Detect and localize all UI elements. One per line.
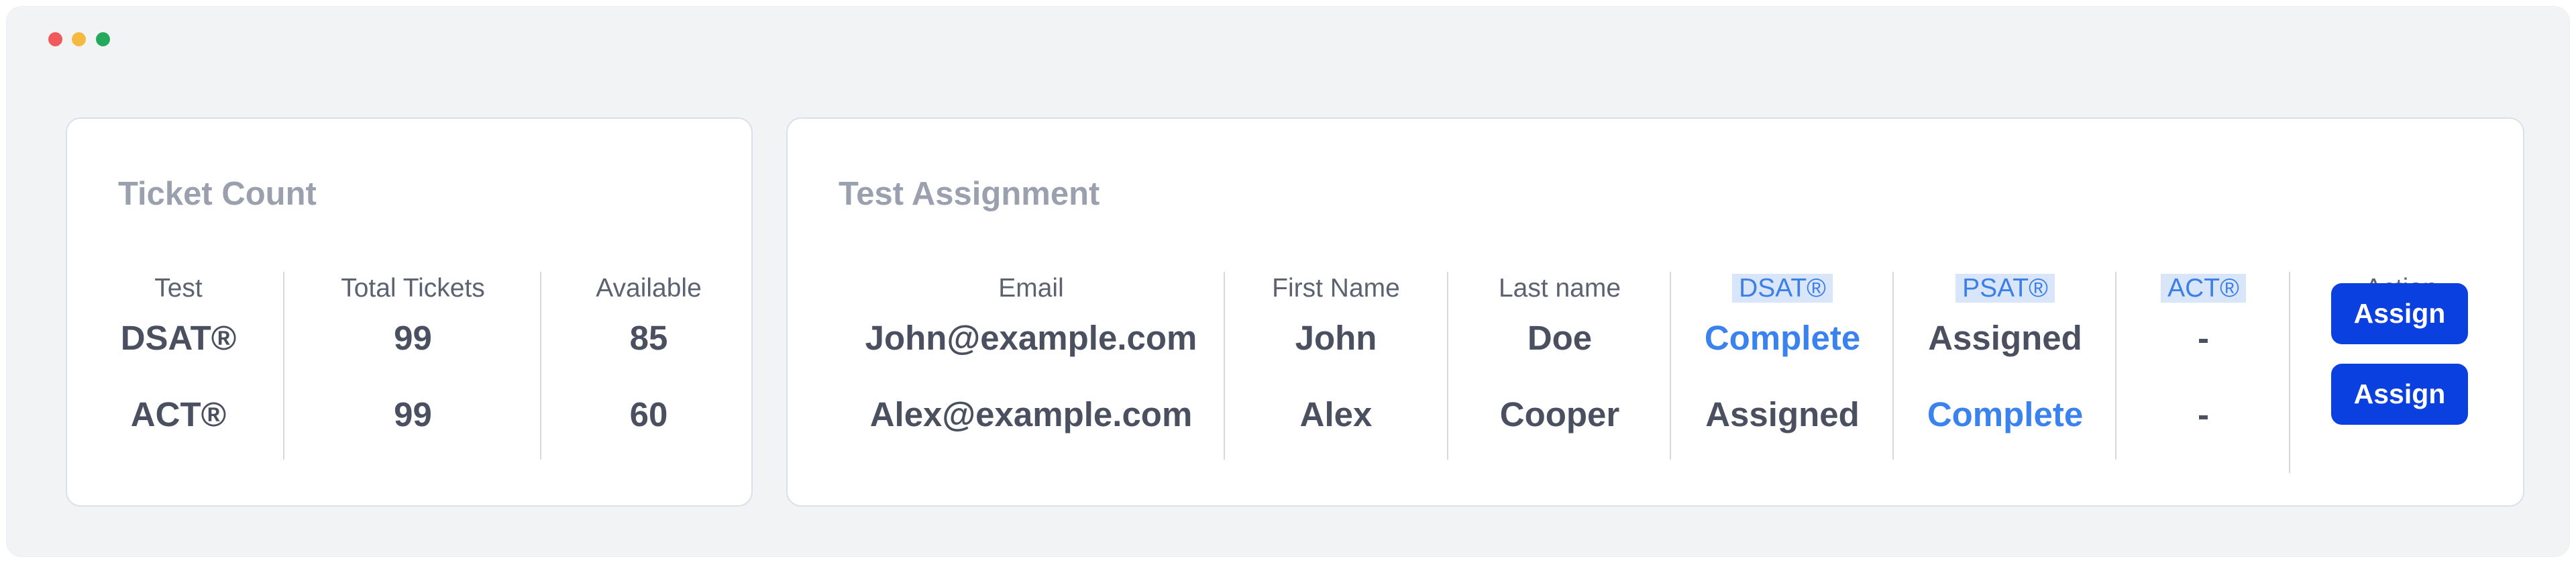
assign-col-dsat: DSAT® Complete Assigned: [1670, 272, 1894, 460]
column-header: DSAT®: [1671, 272, 1894, 305]
column-header: Total Tickets: [341, 274, 485, 303]
email-cell: John@example.com: [865, 319, 1197, 357]
ticket-count-title: Ticket Count: [118, 176, 317, 212]
ticket-available-cell: 60: [629, 395, 668, 433]
column-header: First Name: [1272, 274, 1400, 303]
ticket-col-available: Available 85 60: [540, 272, 756, 460]
last-name-cell: Cooper: [1499, 395, 1620, 433]
column-header: Email: [998, 274, 1064, 303]
column-header: ACT®: [2116, 272, 2290, 305]
first-name-cell: John: [1295, 319, 1377, 357]
psat-header-label: PSAT®: [1955, 274, 2055, 303]
test-assignment-title: Test Assignment: [839, 176, 1100, 212]
act-status-cell: -: [2198, 319, 2209, 357]
test-assignment-card: Test Assignment Email John@example.com A…: [786, 117, 2524, 507]
ticket-total-cell: 99: [394, 319, 432, 357]
ticket-col-total: Total Tickets 99 99: [283, 272, 541, 460]
email-cell: Alex@example.com: [869, 395, 1193, 433]
assign-button[interactable]: Assign: [2331, 364, 2468, 425]
ticket-test-cell: ACT®: [130, 395, 227, 433]
act-header-label: ACT®: [2161, 274, 2246, 303]
window-minimize-dot[interactable]: [72, 32, 86, 46]
dsat-header-label: DSAT®: [1732, 274, 1833, 303]
column-header: Last name: [1498, 274, 1621, 303]
window-close-dot[interactable]: [48, 32, 62, 46]
ticket-test-cell: DSAT®: [120, 319, 237, 357]
psat-status-cell: Complete: [1927, 395, 2084, 433]
assign-col-email: Email John@example.com Alex@example.com: [825, 272, 1237, 460]
assign-col-psat: PSAT® Assigned Complete: [1892, 272, 2116, 460]
column-header: PSAT®: [1894, 272, 2116, 305]
psat-status-cell: Assigned: [1928, 319, 2082, 357]
window-maximize-dot[interactable]: [96, 32, 110, 46]
app-window: Ticket Count Test DSAT® ACT® Total Ticke…: [7, 7, 2569, 556]
column-header: Test: [154, 274, 203, 303]
assign-col-first-name: First Name John Alex: [1224, 272, 1447, 460]
act-status-cell: -: [2198, 395, 2209, 433]
first-name-cell: Alex: [1299, 395, 1373, 433]
dsat-status-cell: Assigned: [1705, 395, 1860, 433]
dsat-status-cell: Complete: [1704, 319, 1861, 357]
assign-button[interactable]: Assign: [2331, 283, 2468, 344]
last-name-cell: Doe: [1527, 319, 1593, 357]
assign-col-last-name: Last name Doe Cooper: [1447, 272, 1671, 460]
column-header: Available: [596, 274, 702, 303]
ticket-col-test: Test DSAT® ACT®: [114, 272, 243, 460]
assign-col-act: ACT® - -: [2115, 272, 2290, 460]
ticket-count-card: Ticket Count Test DSAT® ACT® Total Ticke…: [66, 117, 753, 507]
ticket-available-cell: 85: [629, 319, 668, 357]
ticket-total-cell: 99: [394, 395, 432, 433]
